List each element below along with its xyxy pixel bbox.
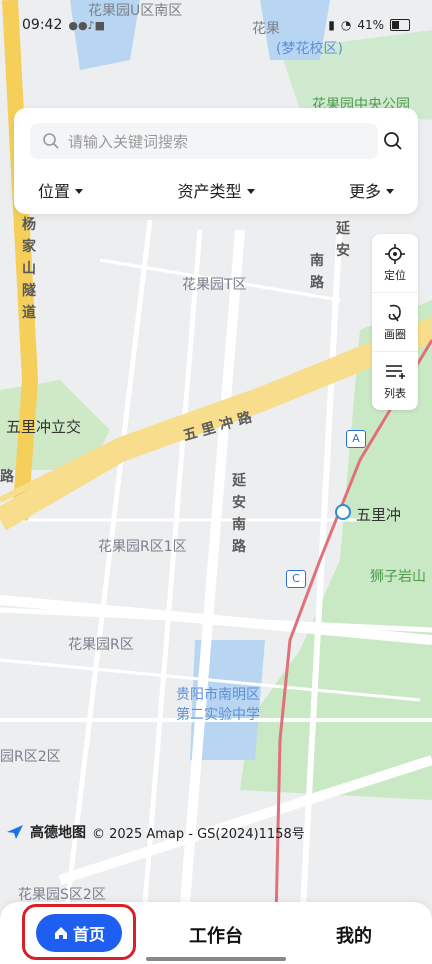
amap-logo-icon xyxy=(7,825,23,839)
nav-workbench-button[interactable]: 工作台 xyxy=(164,922,268,948)
map-label: 花果园U区南区 xyxy=(88,3,183,19)
metro-exit-a: A xyxy=(346,430,366,448)
search-card: 请输入关键词搜索 位置 资产类型 更多 xyxy=(14,108,418,214)
search-submit-icon[interactable] xyxy=(382,130,404,152)
status-time: 09:42 xyxy=(22,17,63,33)
map-label: 花果园R区1区 xyxy=(98,539,187,555)
station-label: 五里冲 xyxy=(356,506,402,524)
road-label-vertical: 南 路 xyxy=(310,253,324,291)
map-label: 花果园T区 xyxy=(182,277,247,293)
map-label: 第二实验中学 xyxy=(176,707,260,723)
road-label-vertical: 延 安 南 路 xyxy=(232,473,246,555)
map-attribution: 高德地图 © 2025 Amap - GS(2024)1158号 xyxy=(6,822,305,842)
wifi-icon: ◔ xyxy=(340,18,352,32)
filter-bar: 位置 资产类型 更多 xyxy=(14,170,418,210)
gesture-bar xyxy=(146,957,286,961)
chevron-down-icon xyxy=(246,188,255,194)
tunnel-label: 杨 家 山 隧 道 xyxy=(22,217,36,321)
status-bar: 09:42 ●●♪■ ▮ ◔ 41% xyxy=(0,0,432,50)
filter-location[interactable]: 位置 xyxy=(38,178,84,202)
home-icon xyxy=(54,927,67,939)
amap-brand: 高德地图 xyxy=(30,825,86,841)
search-input[interactable]: 请输入关键词搜索 xyxy=(30,123,378,159)
map-label: 五里冲立交 xyxy=(6,418,82,436)
search-placeholder: 请输入关键词搜索 xyxy=(68,132,189,151)
filter-more[interactable]: 更多 xyxy=(349,178,394,202)
search-icon xyxy=(43,133,59,149)
metro-exit-c: C xyxy=(286,570,306,588)
app-icons: ●●♪■ xyxy=(68,18,105,32)
filter-asset-type[interactable]: 资产类型 xyxy=(177,178,255,202)
map-label: 园R区2区 xyxy=(0,749,61,765)
list-icon xyxy=(386,365,405,379)
nav-home-button[interactable]: 首页 xyxy=(36,914,122,952)
amap-copyright: © 2025 Amap - GS(2024)1158号 xyxy=(92,826,305,842)
signal-icon: ▮ xyxy=(328,18,335,32)
locate-button[interactable]: 定位 xyxy=(372,234,418,293)
map-label: 贵阳市南明区 xyxy=(176,687,260,703)
road-label-vertical: 延 安 xyxy=(336,221,350,259)
nav-mine-button[interactable]: 我的 xyxy=(314,922,394,948)
battery-icon xyxy=(390,19,410,31)
chevron-down-icon xyxy=(75,188,84,194)
map-label: (梦花校区) xyxy=(276,41,343,57)
draw-circle-button[interactable]: 画圈 xyxy=(372,293,418,352)
battery-text: 41% xyxy=(357,18,384,32)
road-label: 路 xyxy=(0,469,14,485)
draw-circle-icon xyxy=(388,304,401,322)
map-label: 花果园S区2区 xyxy=(18,887,106,903)
crosshair-icon xyxy=(385,244,405,264)
map-label: 花果园R区 xyxy=(68,637,134,653)
list-button[interactable]: 列表 xyxy=(372,352,418,410)
map-label: 花果 xyxy=(252,21,280,37)
chevron-down-icon xyxy=(385,188,394,194)
map-tools: 定位 画圈 列表 xyxy=(372,234,418,410)
map-label: 狮子岩山 xyxy=(370,569,426,585)
